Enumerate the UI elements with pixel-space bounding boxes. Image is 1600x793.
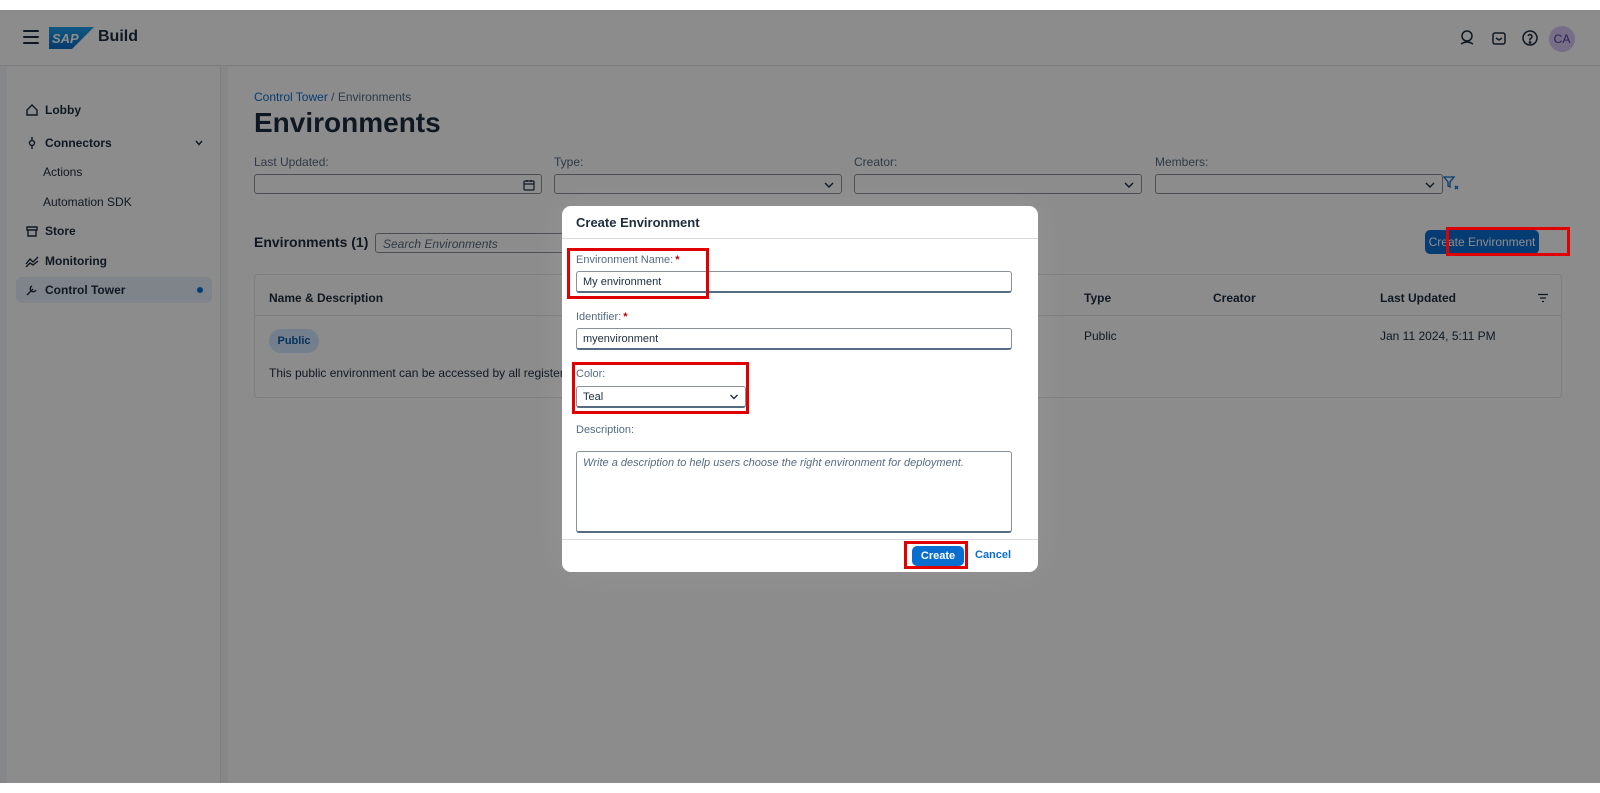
identifier-input[interactable]: myenvironment xyxy=(576,328,1012,350)
dialog-footer-divider xyxy=(562,539,1038,540)
environment-name-label: Environment Name: * xyxy=(576,254,680,266)
color-label: Color: xyxy=(576,368,606,380)
required-marker: * xyxy=(675,254,680,266)
description-textarea[interactable]: Write a description to help users choose… xyxy=(576,451,1012,533)
color-select-value: Teal xyxy=(583,391,604,403)
dialog-title: Create Environment xyxy=(576,215,700,230)
description-label: Description: xyxy=(576,424,635,436)
dialog-header-divider xyxy=(562,238,1038,239)
identifier-label: Identifier: * xyxy=(576,311,628,323)
create-environment-dialog: Create Environment Environment Name: * My… xyxy=(562,206,1038,572)
required-marker: * xyxy=(623,311,628,323)
color-select[interactable]: Teal xyxy=(576,386,746,408)
create-button[interactable]: Create xyxy=(912,546,964,566)
app-frame: SAP Build CA Lobby Connectors Actions Au… xyxy=(0,10,1600,783)
chevron-down-icon xyxy=(730,394,738,400)
cancel-button[interactable]: Cancel xyxy=(975,549,1011,561)
environment-name-input[interactable]: My environment xyxy=(576,271,1012,293)
